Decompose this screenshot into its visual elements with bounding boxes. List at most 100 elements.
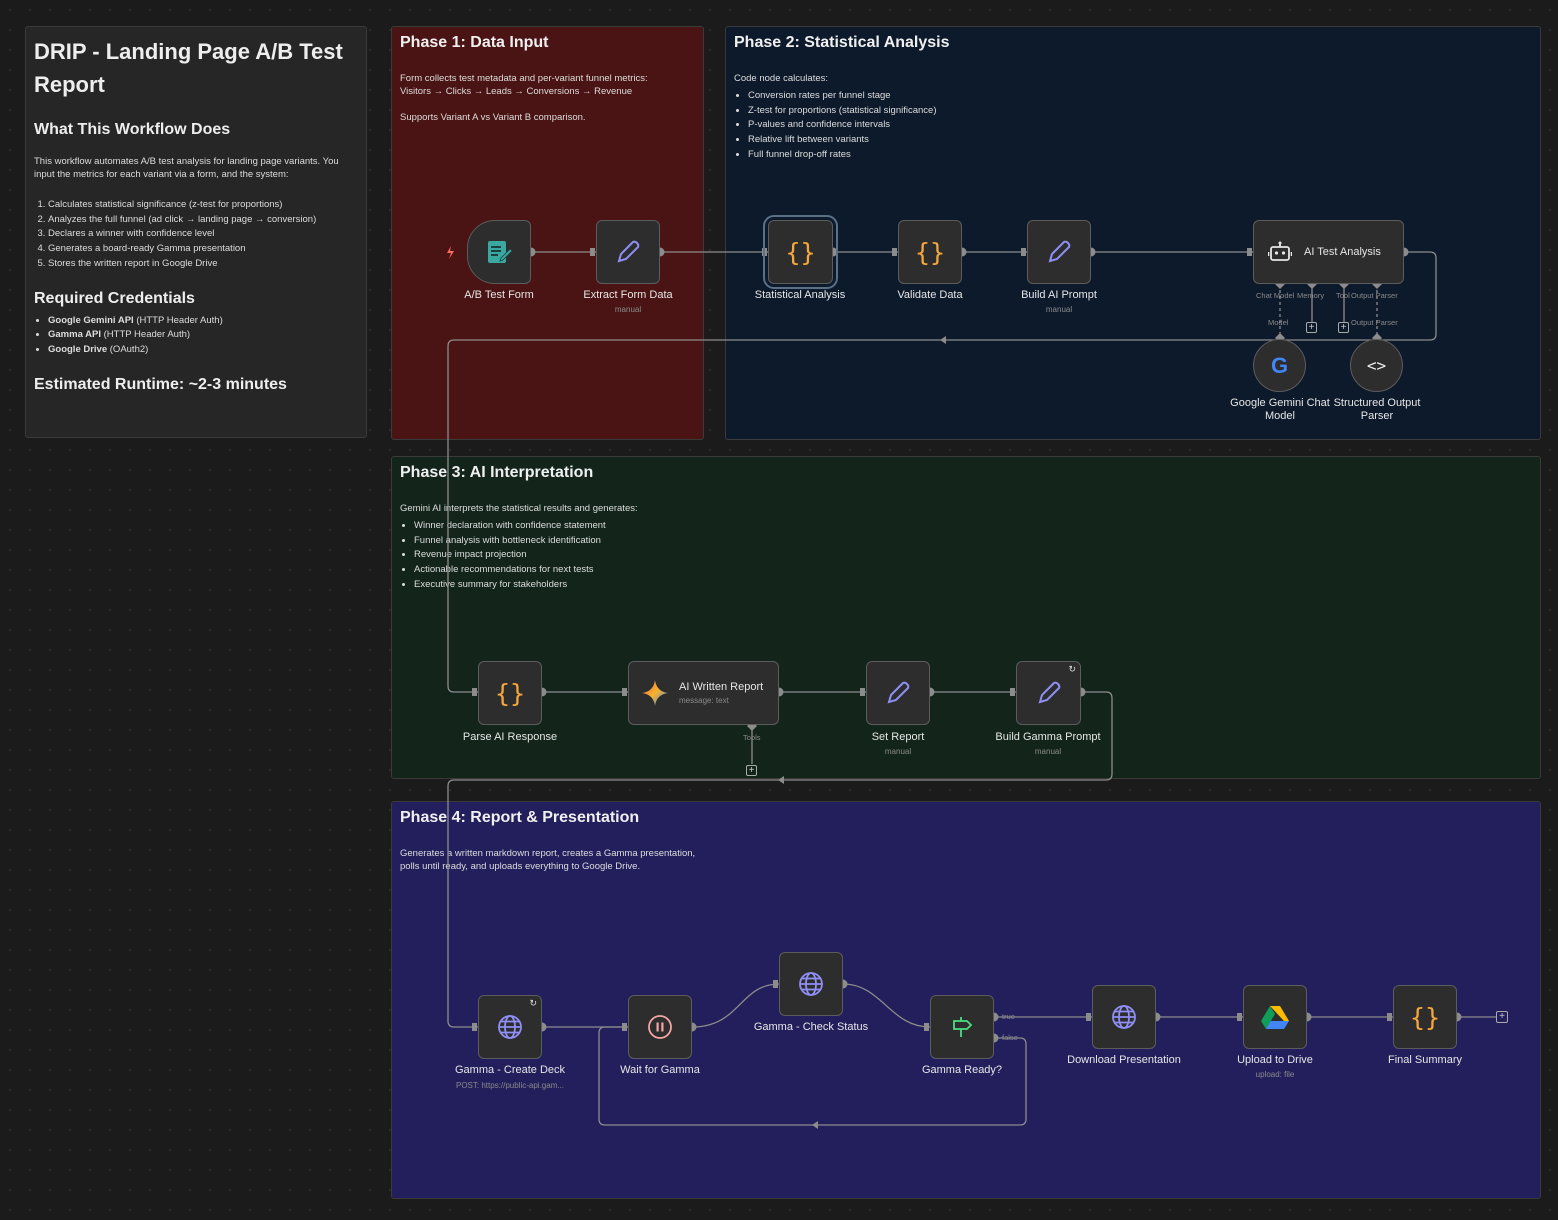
code-braces-icon: {}: [914, 237, 946, 267]
node-label: Upload to Drive: [1237, 1054, 1313, 1066]
ai-written-report-node[interactable]: AI Written Report message: text: [628, 661, 779, 725]
credential-detail: (OAuth2): [107, 343, 149, 355]
phase2-item: Full funnel drop-off rates: [748, 148, 1134, 163]
credential-item: Google Gemini API (HTTP Header Auth): [48, 314, 358, 329]
phase1-line2: Visitors → Clicks → Leads → Conversions …: [400, 86, 633, 97]
build-gamma-prompt-node[interactable]: ↻: [1016, 661, 1081, 725]
node-label: Gamma - Check Status: [753, 1021, 869, 1033]
intro-text: This workflow automates A/B test analysi…: [34, 156, 339, 180]
upload-to-drive-node[interactable]: [1243, 985, 1307, 1049]
pencil-icon: [617, 240, 640, 263]
phase3-item: Executive summary for stakeholders: [414, 578, 800, 593]
globe-icon: [1112, 1005, 1136, 1029]
download-presentation-node[interactable]: [1092, 985, 1156, 1049]
google-icon: G: [1270, 352, 1289, 378]
node-label: Wait for Gamma: [620, 1064, 700, 1076]
step-item: Declares a winner with confidence level: [48, 227, 358, 242]
node-label: AI Test Analysis: [1304, 246, 1381, 258]
phase3-item: Winner declaration with confidence state…: [414, 519, 800, 534]
port-label-memory: Memory: [1297, 291, 1325, 300]
port-label-tools: Tools: [743, 733, 761, 742]
step-item: Generates a board-ready Gamma presentati…: [48, 242, 358, 257]
credential-item: Google Drive (OAuth2): [48, 343, 358, 358]
node-label-line: Google Gemini Chat: [1230, 397, 1330, 409]
add-memory-button[interactable]: +: [1306, 322, 1317, 333]
add-tools-button[interactable]: +: [746, 765, 757, 776]
phase3-item: Funnel analysis with bottleneck identifi…: [414, 534, 800, 549]
ab-test-form-node[interactable]: [467, 220, 531, 284]
parse-ai-response-node[interactable]: {}: [478, 661, 542, 725]
signpost-icon: [953, 1017, 973, 1037]
node-label: Build AI Prompt: [1021, 289, 1097, 301]
validate-data-node[interactable]: {}: [898, 220, 962, 284]
google-gemini-chat-model-node[interactable]: G: [1253, 339, 1306, 392]
port-label-parser: Output Parser: [1351, 318, 1398, 327]
overview-note: DRIP - Landing Page A/B Test Report What…: [25, 26, 367, 438]
node-subtitle: manual: [1045, 305, 1073, 314]
add-tool-button[interactable]: +: [1338, 322, 1349, 333]
node-label: AI Written Report: [679, 681, 764, 693]
robot-icon: [1268, 241, 1292, 261]
phase3-body: Gemini AI interprets the statistical res…: [400, 502, 800, 593]
gemini-star-icon: [642, 680, 668, 706]
node-label: Google Gemini Chat Model: [1230, 397, 1330, 423]
structured-output-parser-node[interactable]: <>: [1350, 339, 1403, 392]
pencil-icon: [1038, 681, 1060, 704]
steps-list: Calculates statistical significance (z-t…: [34, 198, 358, 272]
set-report-node[interactable]: [866, 661, 930, 725]
phase3-item: Revenue impact projection: [414, 548, 800, 563]
pencil-icon: [1048, 240, 1071, 263]
phase1-body: Form collects test metadata and per-vari…: [400, 72, 690, 124]
credential-item: Gamma API (HTTP Header Auth): [48, 328, 358, 343]
workflow-title: DRIP - Landing Page A/B Test Report: [34, 39, 343, 97]
gamma-check-status-node[interactable]: [779, 952, 843, 1016]
phase3-intro: Gemini AI interprets the statistical res…: [400, 503, 638, 514]
step-item: Analyzes the full funnel (ad click → lan…: [48, 213, 358, 228]
phase1-line1: Form collects test metadata and per-vari…: [400, 73, 648, 84]
gamma-create-deck-node[interactable]: ↻: [478, 995, 542, 1059]
node-label: Gamma Ready?: [921, 1064, 1003, 1076]
runtime-heading: Estimated Runtime: ~2-3 minutes: [34, 375, 287, 393]
code-braces-icon: {}: [785, 237, 816, 267]
phase3-list: Winner declaration with confidence state…: [400, 519, 800, 593]
phase4-title: Phase 4: Report & Presentation: [400, 809, 640, 826]
build-ai-prompt-node[interactable]: [1027, 220, 1091, 284]
branch-label-false: false: [1002, 1033, 1018, 1042]
node-label: Download Presentation: [1067, 1054, 1181, 1066]
node-label: Parse AI Response: [462, 731, 558, 743]
form-icon: [488, 241, 513, 263]
branch-label-true: true: [1002, 1012, 1015, 1021]
port-label-model: Model: [1268, 318, 1289, 327]
final-summary-node[interactable]: {}: [1393, 985, 1457, 1049]
globe-icon: [498, 1015, 522, 1039]
code-angle-icon: <>: [1366, 356, 1387, 375]
node-subtitle: upload: file: [1255, 1070, 1295, 1079]
node-subtitle: message: text: [679, 696, 729, 705]
credential-detail: (HTTP Header Auth): [100, 329, 191, 341]
ai-test-analysis-node[interactable]: AI Test Analysis: [1253, 220, 1404, 284]
wait-for-gamma-node[interactable]: [628, 995, 692, 1059]
extract-form-data-node[interactable]: [596, 220, 660, 284]
retry-icon: ↻: [529, 998, 537, 1008]
phase2-body: Code node calculates: Conversion rates p…: [734, 72, 1134, 163]
credential-name: Gamma API: [48, 329, 101, 341]
node-label: Structured Output Parser: [1334, 397, 1421, 423]
node-label: Final Summary: [1388, 1054, 1462, 1066]
phase2-list: Conversion rates per funnel stage Z-test…: [734, 89, 1134, 163]
phase2-item: Conversion rates per funnel stage: [748, 89, 1134, 104]
phase2-intro: Code node calculates:: [734, 73, 829, 84]
phase2-item: Z-test for proportions (statistical sign…: [748, 104, 1134, 119]
what-heading: What This Workflow Does: [34, 121, 231, 138]
node-label: Set Report: [871, 731, 925, 743]
credentials-list: Google Gemini API (HTTP Header Auth) Gam…: [34, 314, 358, 358]
statistical-analysis-node[interactable]: {}: [763, 215, 838, 289]
credential-detail: (HTTP Header Auth): [133, 314, 223, 326]
phase1-line3: Supports Variant A vs Variant B comparis…: [400, 112, 586, 123]
port-label-output-parser: Output Parser: [1351, 291, 1398, 300]
phase2-title: Phase 2: Statistical Analysis: [734, 34, 950, 51]
gamma-ready-node[interactable]: [930, 995, 994, 1059]
node-label-line: Parser: [1360, 410, 1394, 422]
node-label: A/B Test Form: [464, 289, 534, 301]
google-drive-icon: [1261, 1005, 1289, 1029]
add-node-button[interactable]: +: [1496, 1011, 1508, 1023]
